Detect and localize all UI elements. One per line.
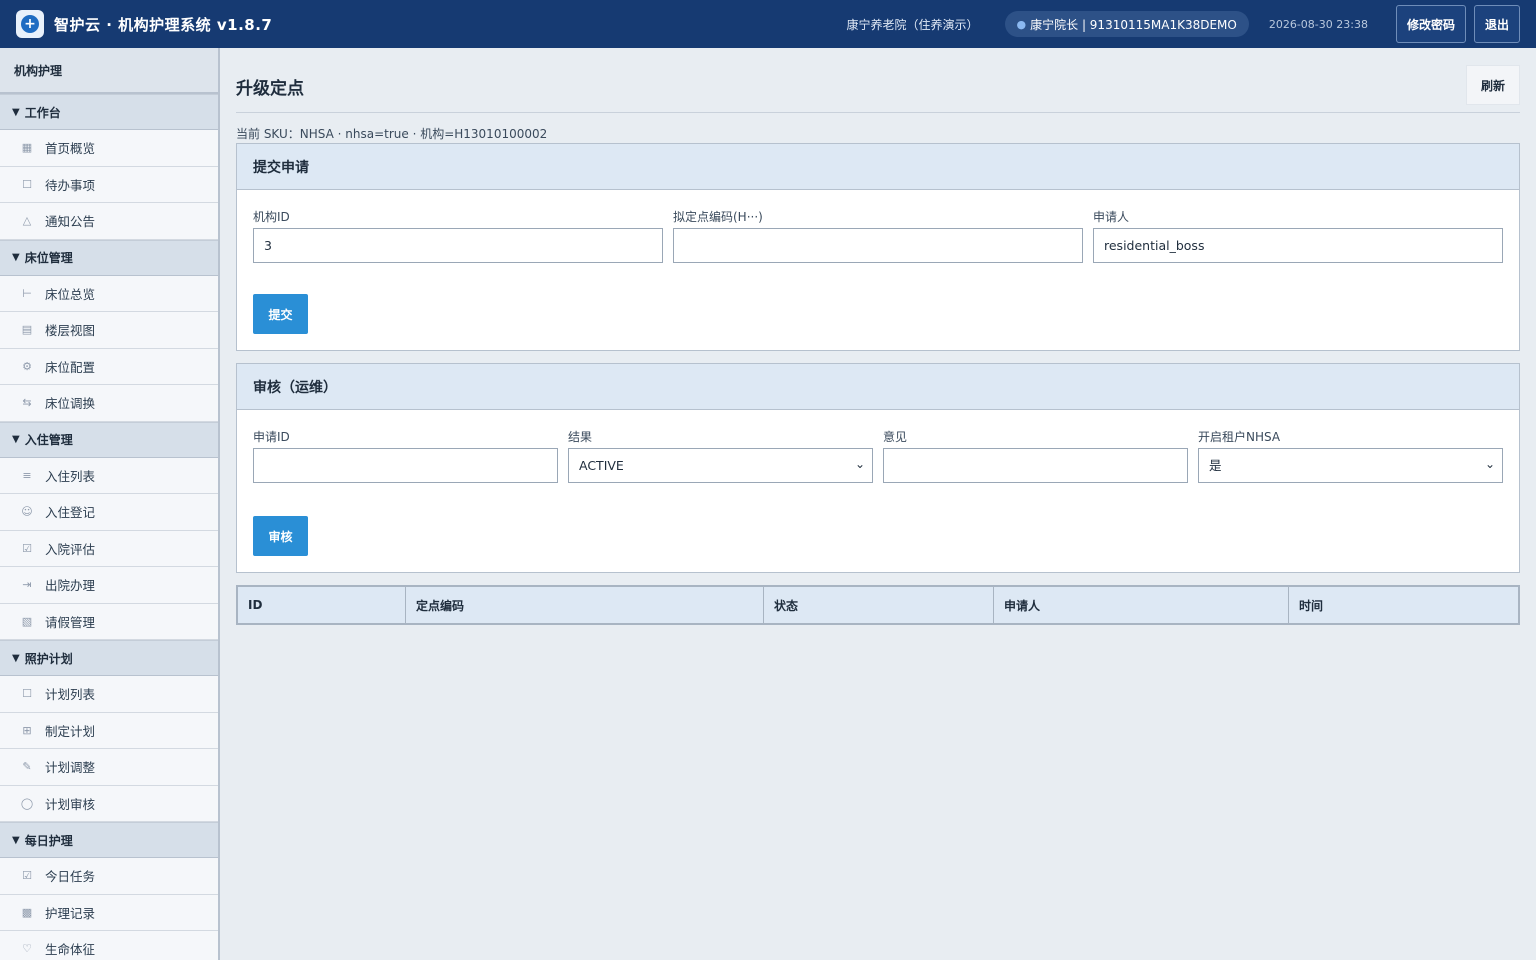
request-id-field: 申请ID	[253, 428, 558, 483]
result-label: 结果	[568, 430, 593, 444]
grid-icon: ▦	[21, 141, 33, 155]
calendar-off-icon: ▧	[21, 614, 33, 628]
applicant-input[interactable]	[1093, 228, 1503, 263]
opinion-field: 意见	[883, 428, 1188, 483]
caret-down-icon: ▼	[12, 834, 20, 846]
applicant-label: 申请人	[1093, 210, 1130, 224]
opinion-label: 意见	[883, 430, 908, 444]
gear-icon: ⚙	[22, 359, 32, 373]
opinion-input[interactable]	[883, 448, 1188, 483]
nhsa-field: 开启租户NHSA 是 ⌄	[1198, 428, 1503, 483]
sidebar: 机构护理 ▼ 工作台 ▦ 首页概览 ☐ 待办事项 △ 通知公告 ▼ 床位管理 ⊢ 床位总览 …	[0, 48, 220, 960]
list-icon: ≡	[22, 468, 32, 482]
submit-button[interactable]: 提交	[253, 294, 308, 334]
sidebar-item-admission-list[interactable]: ≡ 入住列表	[0, 457, 218, 494]
sidebar-item-admission-register[interactable]: ☺ 入住登记	[0, 494, 218, 531]
org-name: 康宁养老院（住养演示）	[846, 17, 979, 32]
sidebar-item-vital-signs[interactable]: ♡ 生命体征	[0, 931, 218, 960]
submit-panel-title: 提交申请	[237, 144, 1519, 190]
sidebar-item-todo[interactable]: ☐ 待办事项	[0, 166, 218, 203]
column-header-id[interactable]: ID	[238, 587, 406, 623]
sku-info: 当前 SKU：NHSA · nhsa=true · 机构=H1301010000…	[236, 127, 548, 141]
heart-pulse-icon: ♡	[22, 942, 32, 956]
file-plus-icon: ⊞	[22, 723, 32, 737]
datetime: 2026-08-30 23:38	[1268, 17, 1368, 31]
sidebar-group-beds[interactable]: ▼ 床位管理	[0, 239, 218, 276]
main-content: 升级定点 刷新 当前 SKU：NHSA · nhsa=true · 机构=H13…	[220, 48, 1536, 960]
code-field: 拟定点编码(H···)	[673, 208, 1083, 263]
sidebar-item-leave[interactable]: ▧ 请假管理	[0, 603, 218, 640]
app-title: 智护云 · 机构护理系统 v1.8.7	[54, 15, 273, 34]
nhsa-label: 开启租户NHSA	[1198, 430, 1281, 444]
top-bar: + 智护云 · 机构护理系统 v1.8.7 康宁养老院（住养演示） ● 康宁院长…	[0, 0, 1536, 48]
refresh-button[interactable]: 刷新	[1466, 65, 1520, 105]
column-header-time[interactable]: 时间	[1289, 587, 1518, 623]
building-icon: ▤	[21, 323, 33, 337]
sidebar-group-daily-care[interactable]: ▼ 每日护理	[0, 822, 218, 858]
notebook-icon: ▩	[21, 905, 33, 919]
bed-icon: ⊢	[22, 286, 32, 300]
code-input[interactable]	[673, 228, 1083, 263]
sidebar-item-plan-list[interactable]: ☐ 计划列表	[0, 676, 218, 713]
user-label: 康宁院长 | 91310115MA1K38DEMO	[1030, 17, 1237, 32]
bell-icon: △	[22, 214, 32, 228]
sidebar-item-bed-config[interactable]: ⚙ 床位配置	[0, 348, 218, 385]
change-password-button[interactable]: 修改密码	[1395, 5, 1466, 43]
org-id-field: 机构ID	[253, 208, 663, 263]
user-icon: ●	[1016, 17, 1027, 31]
org-id-label: 机构ID	[253, 210, 290, 224]
divider	[236, 112, 1520, 113]
caret-down-icon: ▼	[12, 434, 20, 445]
nhsa-select[interactable]: 是	[1198, 448, 1503, 483]
user-plus-icon: ☺	[21, 505, 33, 519]
checkbox-icon: ☑	[22, 869, 32, 883]
sidebar-group-admission[interactable]: ▼ 入住管理	[0, 421, 218, 458]
sidebar-item-plan-create[interactable]: ⊞ 制定计划	[0, 712, 218, 749]
sidebar-group-workbench[interactable]: ▼ 工作台	[0, 94, 218, 130]
sidebar-header: 机构护理	[0, 48, 218, 94]
sidebar-group-care-plan[interactable]: ▼ 照护计划	[0, 640, 218, 676]
swap-icon: ⇆	[22, 396, 32, 410]
sidebar-item-today-tasks[interactable]: ☑ 今日任务	[0, 858, 218, 895]
column-header-applicant[interactable]: 申请人	[994, 587, 1289, 623]
sidebar-item-plan-review[interactable]: ◯ 计划审核	[0, 785, 218, 822]
submit-panel: 提交申请 机构ID 拟定点编码(H···) 申请人 提交	[236, 143, 1520, 351]
user-badge: ● 康宁院长 | 91310115MA1K38DEMO	[1004, 11, 1249, 37]
column-header-code[interactable]: 定点编码	[406, 587, 764, 623]
review-button[interactable]: 审核	[253, 516, 308, 556]
review-panel: 审核（运维） 申请ID 结果 ACTIVE ⌄ 意见 开启租户NHSA 是 ⌄ …	[236, 363, 1520, 573]
sidebar-item-discharge[interactable]: ⇥ 出院办理	[0, 567, 218, 604]
sidebar-item-admission-assess[interactable]: ☑ 入院评估	[0, 530, 218, 567]
review-panel-title: 审核（运维）	[237, 364, 1519, 410]
clipboard-icon: ☐	[22, 177, 32, 191]
sidebar-item-plan-adjust[interactable]: ✎ 计划调整	[0, 749, 218, 786]
sidebar-item-notice[interactable]: △ 通知公告	[0, 203, 218, 240]
column-header-status[interactable]: 状态	[764, 587, 994, 623]
pencil-icon: ✎	[22, 760, 32, 774]
plus-circle-icon: +	[16, 10, 44, 38]
applicant-field: 申请人	[1093, 208, 1503, 263]
org-id-input[interactable]	[253, 228, 663, 263]
page-title: 升级定点	[236, 79, 304, 99]
shield-check-icon: ◯	[20, 796, 34, 810]
result-field: 结果 ACTIVE ⌄	[568, 428, 873, 483]
logout-button[interactable]: 退出	[1473, 5, 1520, 43]
caret-down-icon: ▼	[12, 652, 20, 664]
sidebar-item-home[interactable]: ▦ 首页概览	[0, 130, 218, 167]
sidebar-item-bed-swap[interactable]: ⇆ 床位调换	[0, 385, 218, 422]
caret-down-icon: ▼	[12, 106, 20, 118]
clipboard-icon: ☐	[22, 687, 32, 701]
exit-icon: ⇥	[22, 578, 32, 592]
code-label: 拟定点编码(H···)	[673, 210, 763, 224]
sidebar-item-bed-overview[interactable]: ⊢ 床位总览	[0, 275, 218, 312]
result-select[interactable]: ACTIVE	[568, 448, 873, 483]
sidebar-item-floor-view[interactable]: ▤ 楼层视图	[0, 312, 218, 349]
caret-down-icon: ▼	[12, 252, 20, 263]
clipboard-check-icon: ☑	[22, 541, 32, 555]
applications-table: ID 定点编码 状态 申请人 时间	[236, 585, 1520, 625]
sidebar-item-care-records[interactable]: ▩ 护理记录	[0, 894, 218, 931]
request-id-label: 申请ID	[253, 430, 290, 444]
request-id-input[interactable]	[253, 448, 558, 483]
